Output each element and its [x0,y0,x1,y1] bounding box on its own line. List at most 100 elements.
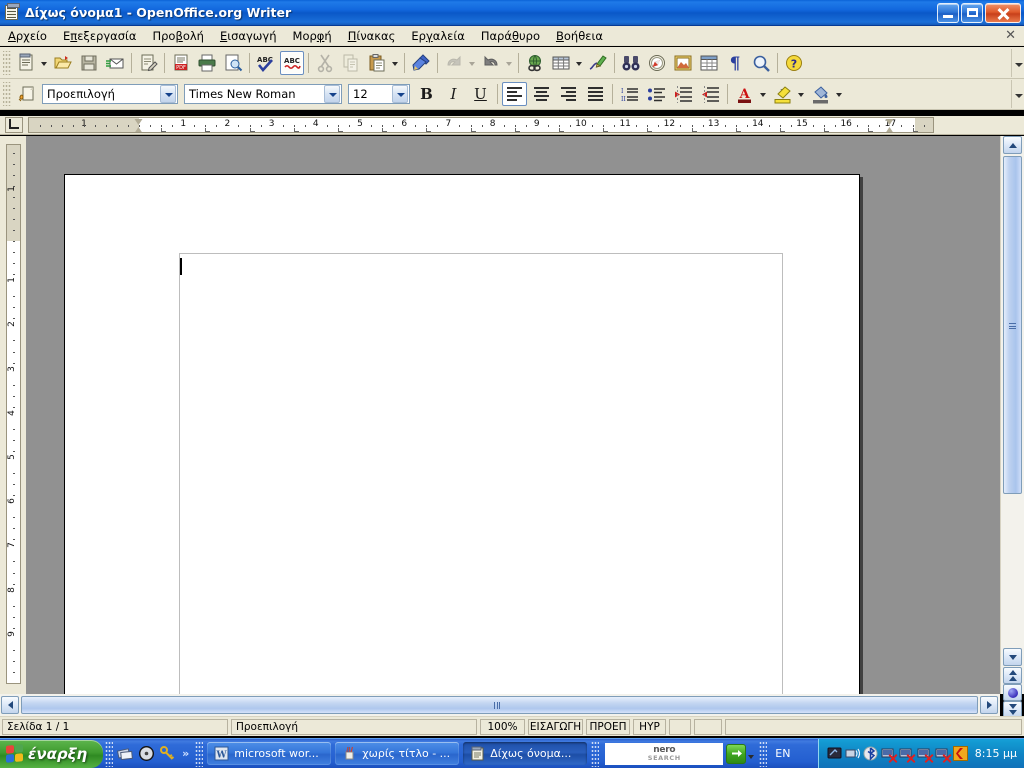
navigator-button[interactable] [645,51,669,75]
menu-item-file[interactable]: Αρχείο [0,27,55,45]
ruler-default-tab-stop[interactable] [912,128,918,132]
taskbar-grip[interactable] [759,740,768,767]
menu-item-help[interactable]: Βοήθεια [548,27,611,45]
align-left-button[interactable] [502,82,527,106]
ruler-default-tab-stop[interactable] [603,128,609,132]
font-size-value[interactable]: 12 [349,87,392,101]
task-button-writer[interactable]: Δίχως όνομα... [463,742,588,765]
undo-button[interactable] [442,51,466,75]
decrease-indent-button[interactable] [671,82,696,106]
horizontal-scrollbar[interactable] [0,694,1000,716]
media-disc-icon[interactable] [138,745,155,762]
ruler-default-tab-stop[interactable] [779,128,785,132]
ruler-default-tab-stop[interactable] [382,128,388,132]
vertical-ruler[interactable]: 1 1 2 3 4 5 6 7 8 9 [6,144,21,684]
menu-item-window[interactable]: Παράθυρο [473,27,548,45]
document-page[interactable] [64,174,860,694]
bluetooth-icon[interactable] [863,746,878,761]
clone-formatting-button[interactable] [409,51,433,75]
vertical-scrollbar[interactable] [1000,136,1024,718]
network-disconnected-icon[interactable] [881,746,896,761]
nero-toolbar-dropdown[interactable] [746,744,757,764]
tab-left-icon[interactable] [5,117,23,133]
new-document-dropdown[interactable] [39,51,50,75]
navigation-button[interactable] [1003,684,1022,701]
ruler-default-tab-stop[interactable] [205,128,211,132]
ruler-default-tab-stop[interactable] [161,128,167,132]
ruler-default-tab-stop[interactable] [735,128,741,132]
bullets-on-off-button[interactable] [644,82,669,106]
ruler-default-tab-stop[interactable] [337,128,343,132]
k-letter-icon[interactable] [952,746,968,761]
nero-go-button[interactable] [726,743,747,764]
font-size-combo[interactable]: 12 [348,84,410,104]
status-selection-mode-field[interactable]: ΠΡΟΕΠ [586,718,630,735]
email-document-button[interactable] [103,51,127,75]
writer-document-icon[interactable] [3,2,21,22]
undo-dropdown[interactable] [467,51,478,75]
paragraph-style-dropdown-button[interactable] [160,85,176,103]
save-button[interactable] [77,51,101,75]
font-color-button[interactable]: A [732,82,757,106]
left-indent-marker[interactable] [134,119,144,132]
close-document-button[interactable]: ✕ [1005,29,1016,42]
scroll-left-button[interactable] [1,696,19,714]
scroll-right-button[interactable] [980,696,998,714]
taskbar-grip[interactable] [105,740,114,767]
highlighting-button[interactable]: ab [770,82,795,106]
clock[interactable]: 8:15 μμ [975,747,1017,760]
status-page-style-field[interactable]: Προεπιλογή [231,718,477,735]
show-desktop-icon[interactable] [117,745,134,762]
minimize-button[interactable] [937,2,959,23]
background-color-button[interactable] [808,82,833,106]
vertical-scrollbar-thumb[interactable] [1003,156,1022,494]
close-button[interactable] [985,2,1021,23]
print-button[interactable] [195,51,219,75]
menu-item-edit[interactable]: Επεξεργασία [55,27,145,45]
menu-item-view[interactable]: Προβολή [144,27,211,45]
ruler-default-tab-stop[interactable] [426,128,432,132]
numbering-on-off-button[interactable]: I II [617,82,642,106]
font-color-dropdown[interactable] [758,82,769,106]
redo-dropdown[interactable] [504,51,515,75]
bold-button[interactable]: B [414,82,439,106]
status-modified-field[interactable] [669,718,691,735]
highlighting-dropdown[interactable] [796,82,807,106]
menu-item-table[interactable]: Πίνακας [340,27,404,45]
insert-table-dropdown[interactable] [574,51,585,75]
help-button[interactable]: ? [782,51,806,75]
paragraph-style-combo[interactable]: Προεπιλογή [42,84,178,104]
increase-indent-button[interactable] [698,82,723,106]
font-name-value[interactable]: Times New Roman [185,87,324,101]
data-sources-button[interactable] [697,51,721,75]
scroll-up-button[interactable] [1003,136,1022,154]
maximize-button[interactable] [961,2,983,23]
paste-dropdown[interactable] [390,51,401,75]
document-canvas[interactable] [26,136,1000,694]
autospellcheck-button[interactable]: ABC [280,50,304,75]
menu-item-insert[interactable]: Εισαγωγή [212,27,285,45]
task-button-microsoft-word[interactable]: W microsoft wor... [207,742,332,765]
align-center-button[interactable] [529,82,554,106]
start-button[interactable]: έναρξη [0,739,104,768]
scroll-down-button[interactable] [1003,648,1022,666]
ruler-default-tab-stop[interactable] [249,128,255,132]
network-disconnected-icon[interactable] [917,746,932,761]
insert-table-button[interactable] [549,51,573,75]
task-button-paint[interactable]: χωρίς τίτλο - ... [335,742,460,765]
open-button[interactable] [51,51,75,75]
language-indicator[interactable]: EN [769,747,796,760]
font-name-combo[interactable]: Times New Roman [184,84,342,104]
cut-button[interactable] [313,51,337,75]
ruler-default-tab-stop[interactable] [824,128,830,132]
formatting-toolbar-overflow[interactable] [1011,80,1024,108]
font-size-dropdown-button[interactable] [392,85,408,103]
edit-file-button[interactable] [136,51,160,75]
hyperlink-button[interactable] [523,51,547,75]
apply-style-icon[interactable] [14,82,38,106]
network-disconnected-icon[interactable] [935,746,950,761]
right-indent-marker[interactable] [885,119,895,132]
copy-button[interactable] [339,51,363,75]
status-insert-mode-field[interactable]: ΕΙΣΑΓΩΓΗ [528,718,583,735]
toolbar-grip[interactable] [3,50,11,75]
